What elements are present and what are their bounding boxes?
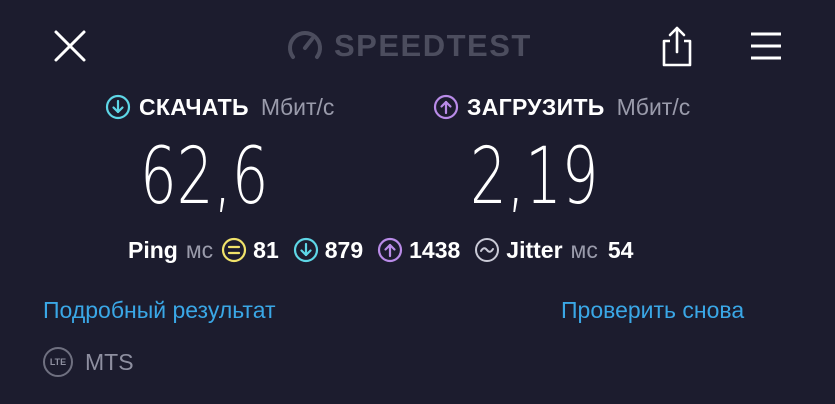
share-icon [662,26,692,67]
ping-download-value: 879 [324,236,364,263]
ping-upload-value: 1438 [409,236,461,263]
upload-speed-value: 2,19 [470,132,599,222]
close-button[interactable] [48,24,92,68]
test-again-link[interactable]: Проверить снова [561,297,744,324]
detailed-result-link[interactable]: Подробный результат [43,297,276,324]
upload-arrow-icon [433,94,459,120]
download-header: СКАЧАТЬ Мбит/с [105,91,334,123]
share-button[interactable] [655,22,699,70]
ping-idle-icon [222,237,247,263]
download-unit: Мбит/с [260,93,335,120]
download-arrow-icon [105,94,131,120]
jitter-value: 54 [607,236,634,263]
menu-button[interactable] [744,24,788,68]
lte-badge-icon: LTE [43,347,73,377]
download-label: СКАЧАТЬ [139,93,249,120]
logo-text: SPEEDTEST [334,28,532,63]
ping-upload-icon [378,237,403,263]
ping-idle-value: 81 [253,236,279,263]
upload-unit: Мбит/с [616,93,691,120]
provider-name: MTS [85,348,134,375]
ping-download-icon [293,237,318,263]
latency-row: Ping мс 81 879 1438 Jitter мс 54 [128,234,633,266]
jitter-icon [475,238,500,262]
jitter-label: Jitter [506,236,563,263]
menu-icon [751,32,781,60]
download-speed-value: 62,6 [140,132,269,222]
jitter-unit: мс [570,236,598,263]
provider-info: LTE MTS [43,344,134,380]
upload-label: ЗАГРУЗИТЬ [467,93,605,120]
speedtest-logo: SPEEDTEST [286,26,532,66]
upload-header: ЗАГРУЗИТЬ Мбит/с [433,91,690,123]
ping-unit: мс [185,236,214,263]
ping-label: Ping [128,236,178,263]
speedometer-icon [288,31,322,59]
close-icon [54,30,86,62]
